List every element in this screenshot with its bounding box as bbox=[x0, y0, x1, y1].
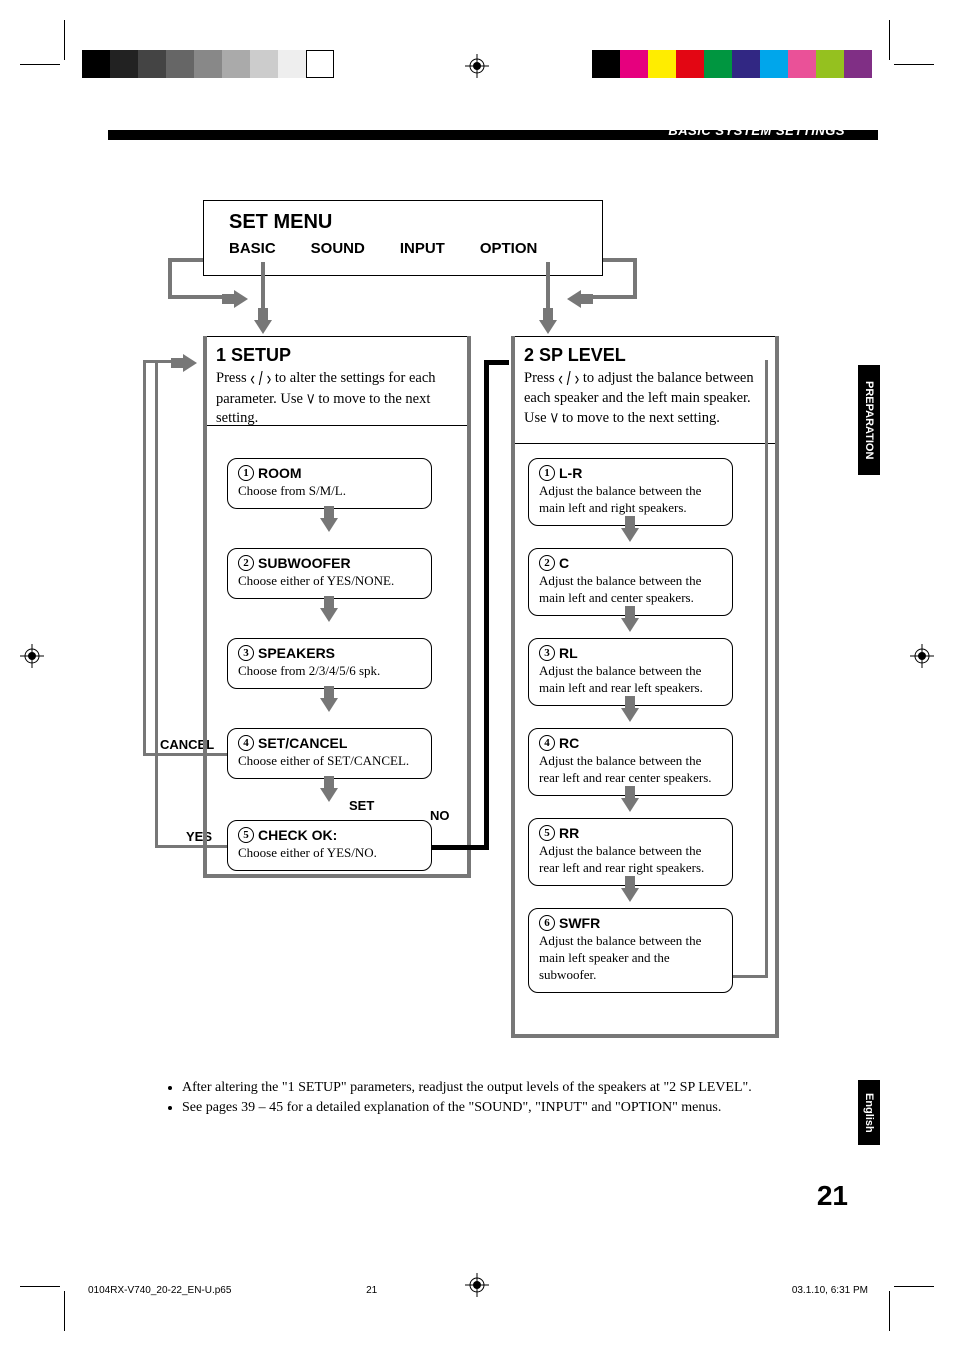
step-number-icon: 3 bbox=[539, 645, 555, 661]
menu-item-input: INPUT bbox=[400, 240, 445, 257]
color-bar-icon bbox=[82, 50, 334, 78]
menu-item-option: OPTION bbox=[480, 240, 538, 257]
step-number-icon: 2 bbox=[539, 555, 555, 571]
set-menu-row: BASIC SOUND INPUT OPTION bbox=[229, 240, 582, 257]
step-number-icon: 5 bbox=[539, 825, 555, 841]
arrow-down-icon bbox=[254, 320, 272, 334]
arrow-down-icon bbox=[621, 528, 639, 542]
arrow-down-icon bbox=[621, 618, 639, 632]
crop-mark bbox=[64, 1291, 65, 1331]
flow-line-bold bbox=[484, 360, 489, 850]
flow-line bbox=[733, 975, 768, 978]
footer-file: 0104RX-V740_20-22_EN-U.p65 bbox=[88, 1285, 231, 1296]
step-number-icon: 1 bbox=[238, 465, 254, 481]
flowchart-diagram: SET MENU BASIC SOUND INPUT OPTION 1 SETU… bbox=[108, 200, 808, 1070]
footer-datetime: 03.1.10, 6:31 PM bbox=[792, 1285, 868, 1296]
setup-title: 1 SETUP bbox=[216, 345, 458, 366]
flow-line bbox=[143, 360, 146, 755]
arrow-down-icon bbox=[320, 608, 338, 622]
arrow-right-icon bbox=[183, 354, 197, 372]
page-number: 21 bbox=[817, 1180, 848, 1212]
flow-line bbox=[155, 845, 227, 848]
crop-mark bbox=[889, 1291, 890, 1331]
color-bar-icon bbox=[592, 50, 872, 78]
arrow-down-icon bbox=[621, 798, 639, 812]
flow-line bbox=[765, 360, 768, 977]
step-number-icon: 4 bbox=[539, 735, 555, 751]
crop-mark bbox=[894, 1286, 934, 1287]
menu-item-basic: BASIC bbox=[229, 240, 276, 257]
frame-line bbox=[775, 336, 779, 1036]
menu-item-sound: SOUND bbox=[311, 240, 365, 257]
flow-line-bold bbox=[432, 845, 488, 850]
arrow-down-icon bbox=[320, 518, 338, 532]
flow-line bbox=[155, 360, 158, 847]
side-tab-english: English bbox=[858, 1080, 880, 1145]
step-number-icon: 3 bbox=[238, 645, 254, 661]
frame-line bbox=[467, 336, 471, 876]
arrow-down-icon bbox=[320, 788, 338, 802]
splevel-title: 2 SP LEVEL bbox=[524, 345, 766, 366]
frame-line bbox=[203, 336, 207, 876]
crop-mark bbox=[894, 64, 934, 65]
arrow-left-icon bbox=[567, 290, 581, 308]
arrow-right-icon bbox=[234, 290, 248, 308]
step-room: 1 ROOM Choose from S/M/L. bbox=[227, 458, 432, 509]
setup-desc: Press ‹ / › to alter the settings for ea… bbox=[216, 368, 458, 429]
splevel-desc: Press ‹ / › to adjust the balance betwee… bbox=[524, 368, 766, 429]
set-menu-title: SET MENU bbox=[229, 211, 582, 234]
frame-line bbox=[203, 874, 471, 878]
step-number-icon: 2 bbox=[238, 555, 254, 571]
side-tab-preparation: PREPARATION bbox=[858, 365, 880, 475]
arrow-down-icon bbox=[621, 708, 639, 722]
step-swfr: 6 SWFR Adjust the balance between the ma… bbox=[528, 908, 733, 993]
splevel-box: 2 SP LEVEL Press ‹ / › to adjust the bal… bbox=[511, 336, 779, 444]
frame-line bbox=[511, 336, 515, 1036]
crop-mark bbox=[889, 20, 890, 60]
registration-mark-icon bbox=[465, 54, 489, 78]
frame-line bbox=[511, 1034, 779, 1038]
flow-line bbox=[168, 258, 203, 262]
crop-mark bbox=[20, 64, 60, 65]
step-subwoofer: 2 SUBWOOFER Choose either of YES/NONE. bbox=[227, 548, 432, 599]
label-yes: YES bbox=[186, 829, 212, 844]
label-no: NO bbox=[430, 808, 450, 823]
arrow-down-icon bbox=[621, 888, 639, 902]
imposition-footer: 0104RX-V740_20-22_EN-U.p65 21 03.1.10, 6… bbox=[78, 1285, 878, 1296]
footnote-2: See pages 39 – 45 for a detailed explana… bbox=[182, 1098, 808, 1118]
step-number-icon: 6 bbox=[539, 915, 555, 931]
page-content: BASIC SYSTEM SETTINGS PREPARATION Englis… bbox=[78, 110, 878, 1210]
arrow-down-icon bbox=[539, 320, 557, 334]
step-set-cancel: 4 SET/CANCEL Choose either of SET/CANCEL… bbox=[227, 728, 432, 779]
down-glyph-icon: ˅ bbox=[550, 405, 558, 431]
crop-mark bbox=[64, 20, 65, 60]
left-right-glyph-icon: ‹ / › bbox=[558, 365, 579, 391]
registration-mark-icon bbox=[910, 644, 934, 668]
flow-line bbox=[168, 258, 172, 298]
registration-mark-icon bbox=[20, 644, 44, 668]
section-header: BASIC SYSTEM SETTINGS bbox=[668, 123, 845, 138]
step-speakers: 3 SPEAKERS Choose from 2/3/4/5/6 spk. bbox=[227, 638, 432, 689]
flow-line bbox=[603, 258, 633, 262]
left-right-glyph-icon: ‹ / › bbox=[250, 365, 271, 391]
down-glyph-icon: ˅ bbox=[307, 386, 315, 412]
flow-line-bold bbox=[484, 360, 509, 365]
arrow-down-icon bbox=[320, 698, 338, 712]
setup-box: 1 SETUP Press ‹ / › to alter the setting… bbox=[203, 336, 471, 426]
flow-line bbox=[633, 258, 637, 298]
crop-mark bbox=[20, 1286, 60, 1287]
step-number-icon: 1 bbox=[539, 465, 555, 481]
step-number-icon: 5 bbox=[238, 827, 254, 843]
step-check-ok: 5 CHECK OK: Choose either of YES/NO. bbox=[227, 820, 432, 871]
footer-page: 21 bbox=[366, 1285, 377, 1296]
step-number-icon: 4 bbox=[238, 735, 254, 751]
footnotes: After altering the "1 SETUP" parameters,… bbox=[168, 1078, 808, 1119]
footnote-1: After altering the "1 SETUP" parameters,… bbox=[182, 1078, 808, 1098]
label-set: SET bbox=[349, 798, 374, 813]
